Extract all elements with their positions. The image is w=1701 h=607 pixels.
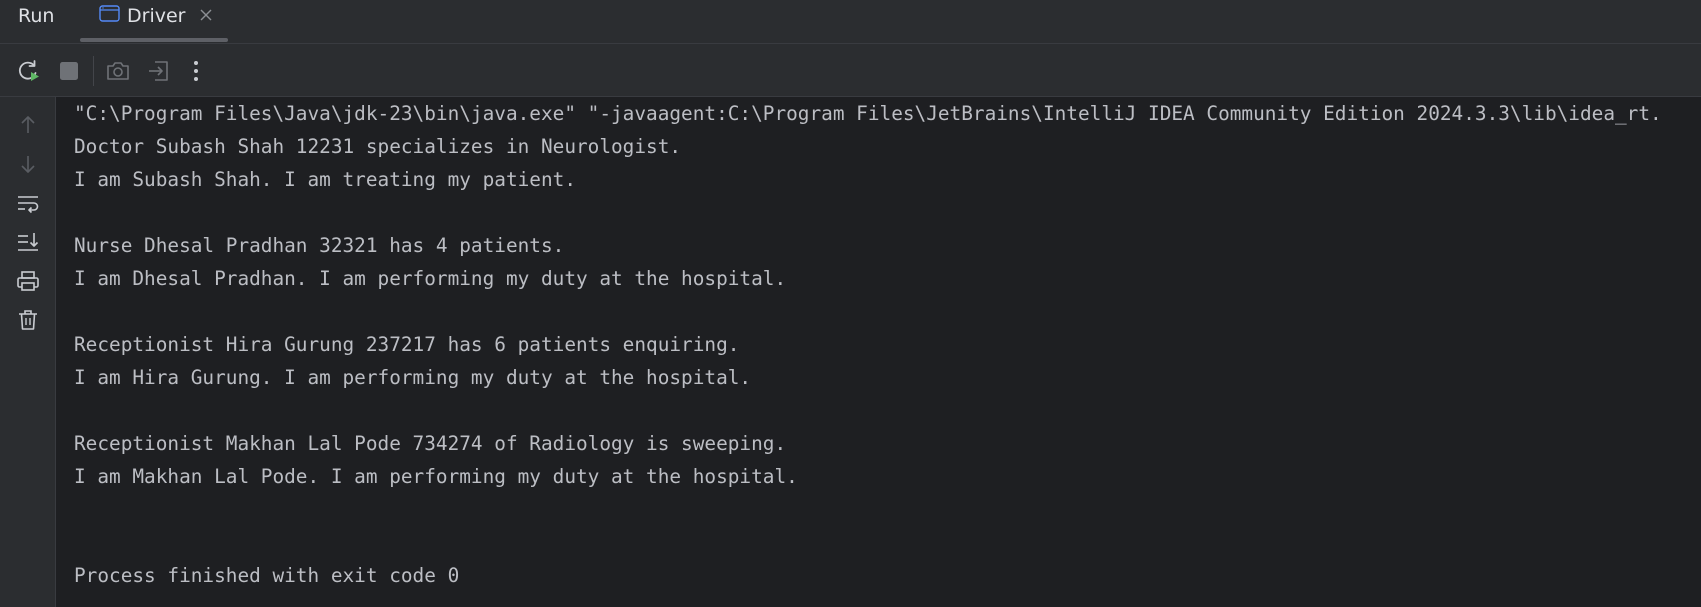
arrow-down-icon[interactable] [14,150,42,178]
arrow-up-icon[interactable] [14,111,42,139]
exit-icon[interactable] [145,57,173,85]
rerun-icon[interactable] [14,57,42,85]
console-line: I am Hira Gurung. I am performing my dut… [74,366,752,389]
tab-active-indicator [80,38,228,42]
console-line: Process finished with exit code 0 [74,564,460,587]
console-output[interactable]: "C:\Program Files\Java\jdk-23\bin\java.e… [56,97,1701,607]
tab-driver-label: Driver [127,5,186,27]
console-line: Receptionist Hira Gurung 237217 has 6 pa… [74,333,740,356]
more-vertical-icon[interactable] [182,57,210,85]
console-line: "C:\Program Files\Java\jdk-23\bin\java.e… [74,102,1662,125]
console-line: Doctor Subash Shah 12231 specializes in … [74,135,682,158]
scroll-to-end-icon[interactable] [14,228,42,256]
console-line: I am Makhan Lal Pode. I am performing my… [74,465,798,488]
console-line: Receptionist Makhan Lal Pode 734274 of R… [74,432,787,455]
console-line: I am Dhesal Pradhan. I am performing my … [74,267,787,290]
console-line: Nurse Dhesal Pradhan 32321 has 4 patient… [74,234,565,257]
console-side-toolbar [0,97,56,607]
application-window-icon [99,5,120,22]
camera-icon[interactable] [104,57,132,85]
close-icon[interactable] [199,8,213,22]
toolbar-separator [93,56,94,86]
run-tool-window: Run Driver "C:\Program Files\Java\jdk-23… [0,0,1701,607]
tab-driver[interactable]: Driver [80,0,228,44]
soft-wrap-icon[interactable] [14,189,42,217]
console-line: I am Subash Shah. I am treating my patie… [74,168,576,191]
run-header: Run Driver [0,0,1701,44]
tool-window-title: Run [18,5,55,27]
stop-icon[interactable] [55,57,83,85]
print-icon[interactable] [14,267,42,295]
run-toolbar [0,44,1701,97]
trash-icon[interactable] [14,306,42,334]
